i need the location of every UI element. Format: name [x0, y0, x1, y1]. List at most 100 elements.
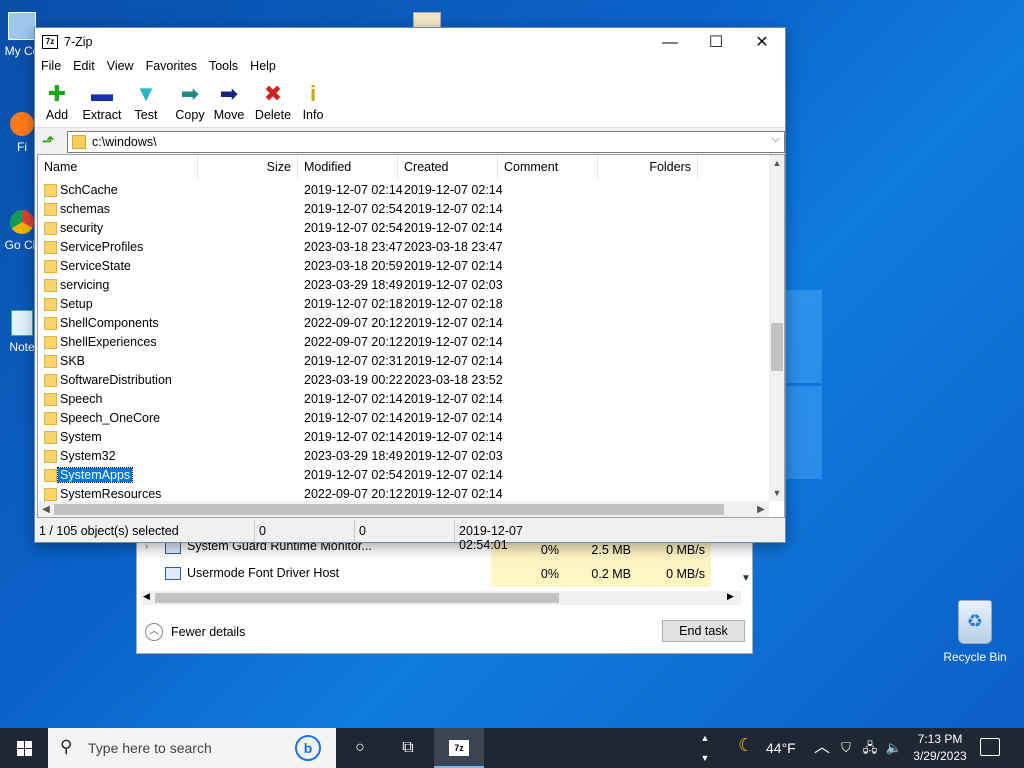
vertical-scrollbar[interactable]: ▲ ▼: [769, 155, 784, 501]
toolbar-info-button[interactable]: i Info: [291, 82, 335, 123]
file-list[interactable]: Name Size Modified Created Comment Folde…: [37, 154, 785, 518]
security-icon[interactable]: ⛉: [836, 728, 856, 768]
menu-help[interactable]: Help: [244, 57, 282, 78]
folder-icon: [44, 488, 57, 501]
file-name: ShellExperiences: [60, 335, 157, 349]
scroll-up-icon[interactable]: ▲: [769, 155, 784, 171]
file-row[interactable]: ServiceState 2023-03-18 20:59 2019-12-07 0…: [38, 257, 768, 276]
file-row[interactable]: ShellExperiences 2022-09-07 20:12 2019-12-…: [38, 333, 768, 352]
file-row[interactable]: Speech 2019-12-07 02:14 2019-12-07 02:14: [38, 390, 768, 409]
windows-logo-icon: [17, 741, 24, 748]
7zip-taskbar-icon: 7z: [449, 740, 469, 756]
chevron-down-icon[interactable]: ⌵: [772, 133, 780, 146]
scroll-left-icon[interactable]: ◀: [143, 591, 150, 602]
minimize-button[interactable]: —: [647, 28, 693, 57]
menu-file[interactable]: File: [35, 57, 67, 78]
scroll-down-icon[interactable]: ▼: [741, 573, 751, 584]
scroll-right-icon[interactable]: ▶: [727, 591, 734, 602]
notification-icon[interactable]: [980, 738, 1000, 756]
search-box[interactable]: ⚲ Type here to search b: [48, 728, 336, 768]
start-button[interactable]: [0, 728, 48, 768]
weather-temp: 44°F: [766, 740, 796, 756]
cortana-icon[interactable]: ○: [345, 728, 375, 768]
file-name: Speech: [60, 392, 103, 406]
file-row[interactable]: security 2019-12-07 02:54 2019-12-07 02:14: [38, 219, 768, 238]
file-row[interactable]: SchCache 2019-12-07 02:14 2019-12-07 02:14: [38, 181, 768, 200]
file-row[interactable]: schemas 2019-12-07 02:54 2019-12-07 02:14: [38, 200, 768, 219]
column-header-folders[interactable]: Folders: [598, 155, 698, 179]
chevron-up-icon: ︿: [145, 623, 163, 641]
column-header-created[interactable]: Created: [398, 155, 498, 179]
fewer-details-link[interactable]: ︿ Fewer details: [145, 623, 245, 641]
horizontal-scrollbar[interactable]: ◀ ▶: [38, 501, 769, 517]
desktop-icon-label: Fi: [17, 140, 27, 154]
chevron-up-icon[interactable]: ︿: [814, 728, 830, 768]
menu-tools[interactable]: Tools: [203, 57, 244, 78]
column-header-modified[interactable]: Modified: [298, 155, 398, 179]
folder-icon: [44, 317, 57, 330]
column-header-comment[interactable]: Comment: [498, 155, 598, 179]
file-name: SchCache: [60, 183, 118, 197]
maximize-button[interactable]: ☐: [693, 28, 739, 57]
column-header-name[interactable]: Name: [38, 155, 198, 179]
file-row[interactable]: ShellComponents 2022-09-07 20:12 2019-12-0…: [38, 314, 768, 333]
weather-widget[interactable]: ☾ 44°F: [738, 728, 798, 768]
volume-icon[interactable]: 🔈: [884, 728, 904, 768]
toolbar-delete-button[interactable]: ✖ Delete: [251, 82, 295, 123]
menu-view[interactable]: View: [101, 57, 140, 78]
bing-icon[interactable]: b: [295, 735, 321, 761]
file-modified: 2019-12-07 02:31: [304, 354, 403, 368]
toolbar-add-button[interactable]: ✚ Add: [35, 82, 79, 123]
file-modified: 2019-12-07 02:14: [304, 430, 403, 444]
firefox-icon: [10, 112, 34, 136]
recycle-bin[interactable]: Recycle Bin: [940, 600, 1010, 664]
taskbar-7zip[interactable]: 7z: [434, 728, 484, 768]
list-header: Name Size Modified Created Comment Folde…: [38, 155, 768, 179]
task-view-icon[interactable]: ⧉: [393, 728, 423, 768]
folder-icon: [44, 431, 57, 444]
clock[interactable]: 7:13 PM 3/29/2023: [905, 731, 975, 765]
toolbar-extract-button[interactable]: ▬ Extract: [80, 82, 124, 123]
column-header-size[interactable]: Size: [198, 155, 298, 179]
title-bar[interactable]: 7z 7-Zip — ☐ ✕: [35, 28, 785, 57]
scrollbar-thumb[interactable]: [54, 504, 724, 515]
menu-edit[interactable]: Edit: [67, 57, 101, 78]
toolbar-move-button[interactable]: ➡ Move: [207, 81, 251, 123]
network-icon[interactable]: 🖧: [860, 728, 880, 768]
task-manager-window: › System Guard Runtime Monitor... 0% 2.5…: [136, 536, 753, 654]
folder-icon: [44, 469, 57, 482]
file-row[interactable]: Speech_OneCore 2019-12-07 02:14 2019-12-07…: [38, 409, 768, 428]
horizontal-scrollbar[interactable]: ◀ ▶: [141, 591, 741, 605]
7zip-app-icon: 7z: [42, 35, 58, 49]
process-icon: [165, 567, 181, 580]
file-modified: 2022-09-07 20:12: [304, 487, 403, 501]
file-name: ServiceState: [60, 259, 131, 273]
file-row[interactable]: servicing 2023-03-29 18:49 2019-12-07 02:0…: [38, 276, 768, 295]
file-row[interactable]: SoftwareDistribution 2023-03-19 00:22 2023…: [38, 371, 768, 390]
file-row[interactable]: System 2019-12-07 02:14 2019-12-07 02:14: [38, 428, 768, 447]
desktop-file-icon[interactable]: [413, 12, 441, 28]
arrow-move-icon: ➡: [219, 81, 239, 106]
file-row[interactable]: Setup 2019-12-07 02:18 2019-12-07 02:18: [38, 295, 768, 314]
taskbar-scroll-icon[interactable]: ▲ ▼: [697, 728, 713, 768]
chrome-icon: [10, 210, 34, 234]
address-field[interactable]: c:\windows\ ⌵: [67, 131, 785, 153]
scroll-right-icon[interactable]: ▶: [753, 501, 769, 517]
search-placeholder: Type here to search: [88, 740, 212, 756]
file-row[interactable]: System32 2023-03-29 18:49 2019-12-07 02:03: [38, 447, 768, 466]
close-button[interactable]: ✕: [739, 28, 785, 57]
scrollbar-thumb[interactable]: [155, 593, 559, 603]
end-task-button[interactable]: End task: [662, 620, 745, 642]
file-row[interactable]: SystemApps 2019-12-07 02:54 2019-12-07 02:…: [38, 466, 768, 485]
menu-favorites[interactable]: Favorites: [140, 57, 203, 78]
process-row[interactable]: Usermode Font Driver Host 0% 0.2 MB 0 MB…: [137, 561, 737, 587]
scroll-left-icon[interactable]: ◀: [38, 501, 54, 517]
scrollbar-thumb[interactable]: [771, 323, 783, 371]
file-row[interactable]: SKB 2019-12-07 02:31 2019-12-07 02:14: [38, 352, 768, 371]
file-row[interactable]: ServiceProfiles 2023-03-18 23:47 2023-03-1…: [38, 238, 768, 257]
scroll-down-icon[interactable]: ▼: [769, 485, 784, 501]
up-folder-icon[interactable]: ⬏: [39, 133, 57, 151]
toolbar-copy-button[interactable]: ➡ Copy: [168, 82, 212, 123]
file-created: 2019-12-07 02:18: [404, 297, 503, 311]
toolbar-test-button[interactable]: ▼ Test: [124, 82, 168, 123]
